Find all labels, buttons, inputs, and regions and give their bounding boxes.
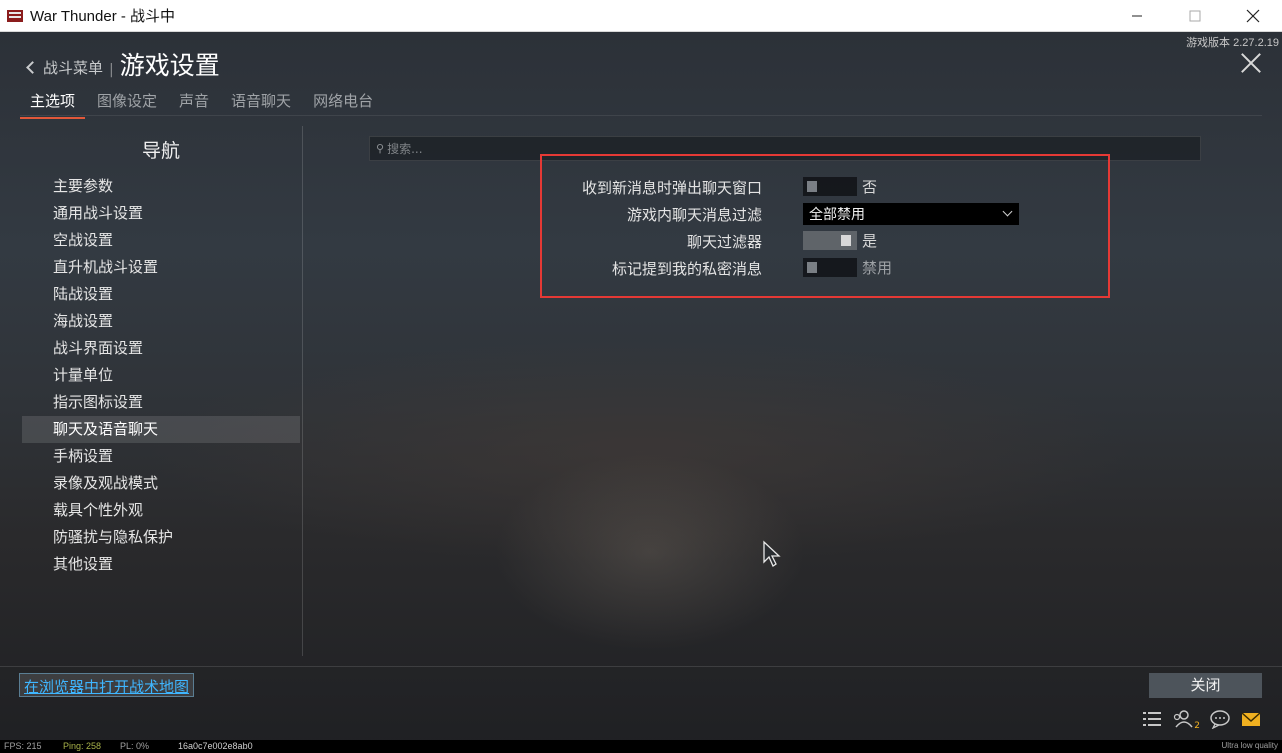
close-icon	[1246, 9, 1260, 23]
setting-control: 全部禁用	[803, 203, 1019, 225]
friends-button[interactable]: 2	[1172, 709, 1200, 731]
war-thunder-app-icon	[7, 9, 23, 22]
toggle-knob	[807, 262, 817, 273]
chevron-left-icon	[26, 61, 39, 74]
setting-row-mention-highlight: 标记提到我的私密消息 禁用	[542, 255, 1108, 282]
bottom-action-bar: 在浏览器中打开战术地图 关闭	[0, 666, 1282, 698]
chat-settings-highlight: 收到新消息时弹出聊天窗口 否 游戏内聊天消息过滤 全部禁用 聊天过滤器 是 标记…	[540, 154, 1110, 298]
minimize-button[interactable]	[1108, 0, 1166, 32]
nav-item-helicopter[interactable]: 直升机战斗设置	[22, 254, 300, 281]
toggle-knob	[841, 235, 851, 246]
packet-loss-readout: PL: 0%	[120, 741, 150, 751]
window-titlebar: War Thunder - 战斗中	[0, 0, 1282, 32]
select-value: 全部禁用	[809, 207, 865, 223]
nav-item-battle-hud[interactable]: 战斗界面设置	[22, 335, 300, 362]
setting-label: 收到新消息时弹出聊天窗口	[581, 179, 762, 197]
minimize-icon	[1132, 15, 1142, 17]
navigation-panel: 导航 主要参数 通用战斗设置 空战设置 直升机战斗设置 陆战设置 海战设置 战斗…	[22, 126, 300, 656]
setting-row-chat-filter: 聊天过滤器 是	[542, 228, 1108, 255]
quality-label: Ultra low quality	[1221, 741, 1278, 750]
nav-divider	[302, 126, 303, 656]
chat-icon[interactable]	[1209, 709, 1231, 729]
session-id: 16a0c7e002e8ab0	[178, 741, 253, 751]
maximize-button[interactable]	[1166, 0, 1224, 32]
setting-row-popup-chat: 收到新消息时弹出聊天窗口 否	[542, 174, 1108, 201]
footer-icons: 2	[1132, 709, 1262, 731]
nav-item-gamepad[interactable]: 手柄设置	[22, 443, 300, 470]
breadcrumb-separator: |	[109, 62, 114, 78]
nav-item-naval[interactable]: 海战设置	[22, 308, 300, 335]
setting-control: 否	[803, 176, 877, 197]
mention-highlight-toggle[interactable]	[803, 258, 857, 277]
setting-label: 聊天过滤器	[686, 233, 762, 251]
open-tactical-map-link[interactable]: 在浏览器中打开战术地图	[19, 673, 195, 697]
list-icon[interactable]	[1141, 709, 1163, 729]
toggle-value: 是	[862, 232, 878, 250]
game-viewport: 游戏版本 2.27.2.19 战斗菜单 | 游戏设置 主选项 图像设定 声音 语…	[0, 32, 1282, 753]
nav-item-units[interactable]: 计量单位	[22, 362, 300, 389]
fps-readout: FPS: 215	[4, 741, 42, 751]
nav-title: 导航	[141, 140, 180, 162]
nav-item-ground[interactable]: 陆战设置	[22, 281, 300, 308]
chat-filter-toggle[interactable]	[803, 231, 857, 250]
close-button[interactable]: 关闭	[1149, 673, 1262, 698]
game-version: 游戏版本 2.27.2.19	[1186, 37, 1279, 49]
status-bar: FPS: 215 Ping: 258 PL: 0% 16a0c7e002e8ab…	[0, 740, 1282, 753]
nav-item-other[interactable]: 其他设置	[22, 551, 300, 578]
setting-control: 禁用	[803, 257, 892, 278]
toggle-knob	[807, 181, 817, 192]
back-label: 战斗菜单	[43, 59, 104, 77]
settings-close-icon[interactable]	[1240, 52, 1262, 74]
toggle-value: 禁用	[862, 259, 893, 277]
nav-item-replays[interactable]: 录像及观战模式	[22, 470, 300, 497]
search-icon: ⚲	[376, 142, 385, 155]
breadcrumb: 战斗菜单 | 游戏设置	[24, 46, 220, 82]
nav-item-main-params[interactable]: 主要参数	[22, 173, 300, 200]
window-close-button[interactable]	[1224, 0, 1282, 32]
toggle-value: 否	[862, 178, 878, 196]
back-to-battle-menu-link[interactable]: 战斗菜单	[24, 57, 103, 82]
setting-control: 是	[803, 230, 877, 251]
mouse-cursor-icon	[763, 540, 781, 567]
nav-item-vehicle-appearance[interactable]: 载具个性外观	[22, 497, 300, 524]
chat-filter-select[interactable]: 全部禁用	[803, 203, 1019, 225]
page-title: 游戏设置	[119, 51, 220, 80]
chevron-down-icon	[1002, 206, 1013, 217]
nav-item-chat-voice[interactable]: 聊天及语音聊天	[22, 416, 300, 443]
setting-label: 标记提到我的私密消息	[611, 260, 762, 278]
friends-count: 2	[1194, 721, 1200, 731]
ping-readout: Ping: 258	[63, 741, 102, 751]
nav-item-general-battle[interactable]: 通用战斗设置	[22, 200, 300, 227]
friends-icon	[1173, 710, 1193, 728]
window-title: War Thunder - 战斗中	[30, 8, 176, 25]
mail-icon[interactable]	[1240, 709, 1262, 729]
nav-item-privacy[interactable]: 防骚扰与隐私保护	[22, 524, 300, 551]
setting-label: 游戏内聊天消息过滤	[626, 206, 762, 224]
maximize-icon	[1189, 10, 1201, 22]
tabs-divider	[20, 115, 1262, 116]
setting-row-chat-filter-mode: 游戏内聊天消息过滤 全部禁用	[542, 201, 1108, 228]
nav-item-air-battle[interactable]: 空战设置	[22, 227, 300, 254]
nav-item-indicators[interactable]: 指示图标设置	[22, 389, 300, 416]
popup-chat-toggle[interactable]	[803, 177, 857, 196]
